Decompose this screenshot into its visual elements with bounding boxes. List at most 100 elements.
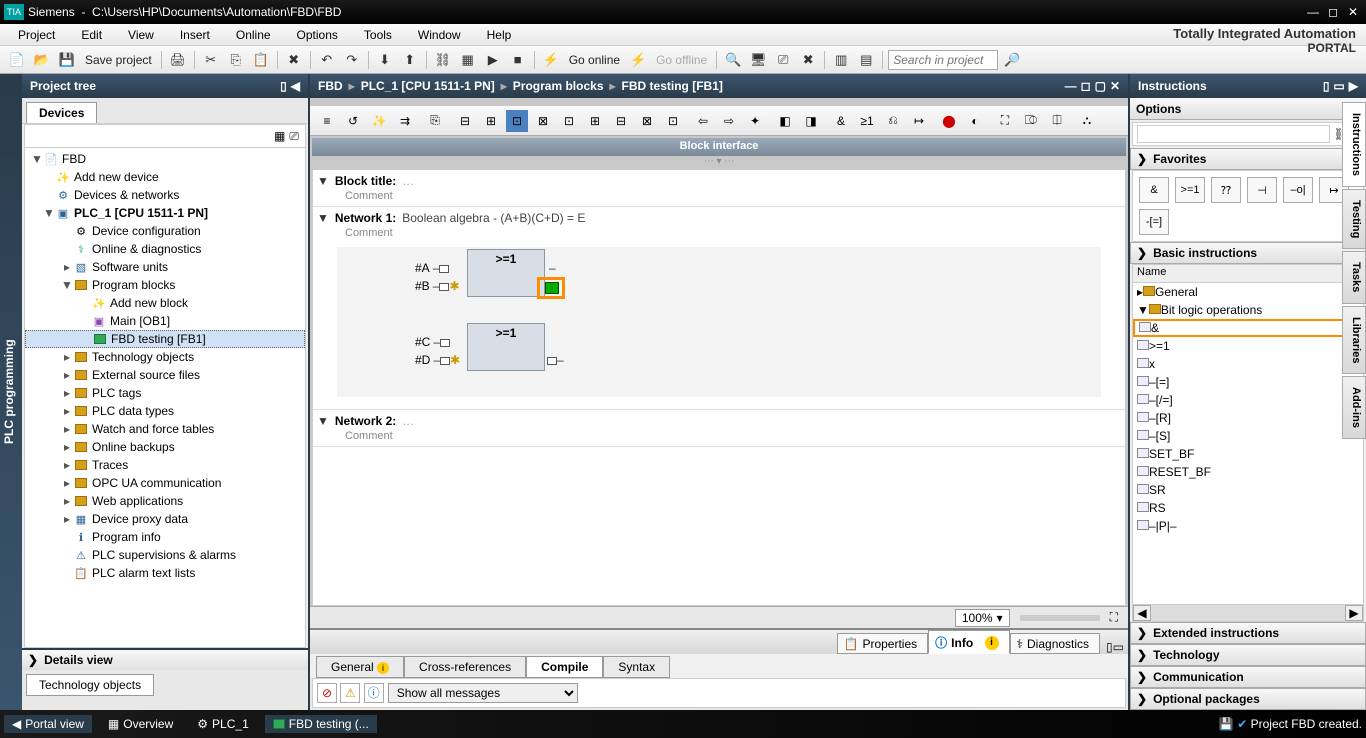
crossref-subtab[interactable]: Cross-references [404,656,526,678]
coil-icon[interactable]: ↦ [908,110,930,132]
accessible-icon[interactable]: 🔍 [722,49,744,71]
diagnostics-tab[interactable]: ⚕Diagnostics [1010,633,1101,654]
tree-opcua[interactable]: ▸OPC UA communication [25,474,305,492]
instr-reset[interactable]: –[R] [1133,409,1363,427]
box8-icon[interactable]: ⊠ [636,110,658,132]
instr-general[interactable]: ▸General [1133,283,1363,301]
instructions-search[interactable] [1137,125,1330,143]
tree-online-diag[interactable]: ⚕Online & diagnostics [25,240,305,258]
box5-icon[interactable]: ⊡ [558,110,580,132]
out-1[interactable]: – [549,261,556,275]
fav-ncontact[interactable]: –o| [1283,177,1313,203]
overview-button[interactable]: ▦ Overview [100,715,181,733]
nav1-icon[interactable]: ⇦ [692,110,714,132]
message-filter-select[interactable]: Show all messages [388,683,578,703]
fbd-testing-button[interactable]: FBD testing (... [265,715,377,733]
inst-hide-icon[interactable]: ▶ [1349,79,1358,93]
edit-title-icon[interactable]: … [402,174,416,188]
compile-subtab[interactable]: Compile [526,656,603,678]
instr-set[interactable]: –[S] [1133,427,1363,445]
instr-sr[interactable]: SR [1133,481,1363,499]
tree-device-config[interactable]: ⚙Device configuration [25,222,305,240]
box4-icon[interactable]: ⊠ [532,110,554,132]
options-header[interactable]: Options [1130,98,1366,120]
pin-a[interactable]: #A – [415,261,449,275]
info-layout2-icon[interactable]: ▭ [1113,640,1124,654]
maximize-button[interactable]: ◻ [1324,5,1342,19]
info-filter-icon[interactable]: ⓘ [364,683,384,703]
error-filter-icon[interactable]: ⊘ [317,683,337,703]
tree-add-block[interactable]: ✨Add new block [25,294,305,312]
tree-plc-datatypes[interactable]: ▸PLC data types [25,402,305,420]
menu-project[interactable]: Project [8,26,65,44]
print-icon[interactable]: 🖨 [167,49,189,71]
tree-proginfo[interactable]: ℹProgram info [25,528,305,546]
download-icon[interactable]: ⬇ [374,49,396,71]
search-button-icon[interactable]: 🔎 [1001,49,1023,71]
rtab-libraries[interactable]: Libraries [1342,306,1366,374]
properties-tab[interactable]: 📋Properties [837,633,929,654]
instr-and[interactable]: & [1133,319,1363,337]
instr-assign[interactable]: –[=] [1133,373,1363,391]
menu-insert[interactable]: Insert [170,26,220,44]
reset-icon[interactable]: ↺ [342,110,364,132]
cut-icon[interactable]: ✂ [200,49,222,71]
tree-root[interactable]: ▼📄FBD [25,150,305,168]
portal-view-button[interactable]: ◀ Portal view [4,715,92,733]
search-input[interactable] [888,50,998,70]
zoom-slider[interactable] [1020,615,1100,621]
rtab-tasks[interactable]: Tasks [1342,251,1366,303]
restore-pane-icon[interactable]: ▢ [1095,79,1106,93]
new-project-icon[interactable]: 📄 [6,49,28,71]
go-online-label[interactable]: Go online [565,53,624,67]
tree-devices-networks[interactable]: ⚙Devices & networks [25,186,305,204]
fbd-or-block-1[interactable]: >=1 [467,249,545,297]
format-icon[interactable]: ≡ [316,110,338,132]
technology-header[interactable]: ❯Technology [1130,644,1366,666]
misc2-icon[interactable]: ⎄ [1020,110,1042,132]
net1-comment[interactable]: Comment [317,227,1121,239]
warning-filter-icon[interactable]: ⚠ [340,683,360,703]
inst-layout2-icon[interactable]: ▭ [1333,79,1344,93]
copy-icon[interactable]: ⎘ [225,49,247,71]
split-v-icon[interactable]: ▤ [855,49,877,71]
instr-or[interactable]: >=1 [1133,337,1363,355]
fav-and[interactable]: & [1139,177,1169,203]
compile-icon[interactable]: ⛓ [432,49,454,71]
tree-alarm-texts[interactable]: 📋PLC alarm text lists [25,564,305,582]
scroll-right-icon[interactable]: ▶ [1345,605,1363,621]
fbd-or-block-2[interactable]: >=1 [467,323,545,371]
fav-or[interactable]: >=1 [1175,177,1205,203]
communication-header[interactable]: ❯Communication [1130,666,1366,688]
inst-layout1-icon[interactable]: ▯ [1323,79,1330,93]
optional-header[interactable]: ❯Optional packages [1130,688,1366,710]
misc3-icon[interactable]: ⎅ [1046,110,1068,132]
net1-canvas[interactable]: >=1 #A – #B –✱ – >=1 #C – #D –✱ – [337,247,1101,397]
diag-icon[interactable]: ⎚ [772,49,794,71]
close-button[interactable]: ✕ [1344,5,1362,19]
pin-c[interactable]: #C – [415,335,450,349]
go-icon[interactable]: ⇉ [394,110,416,132]
split-h-icon[interactable]: ▥ [830,49,852,71]
redo-icon[interactable]: ↷ [341,49,363,71]
info-layout1-icon[interactable]: ▯ [1106,640,1113,654]
tree-watch-tables[interactable]: ▸Watch and force tables [25,420,305,438]
instr-setbf[interactable]: SET_BF [1133,445,1363,463]
and-icon[interactable]: & [830,110,852,132]
menu-online[interactable]: Online [226,26,281,44]
mon2-icon[interactable]: ◐ [964,110,986,132]
instr-xor[interactable]: x [1133,355,1363,373]
maximize-pane-icon[interactable]: ◻ [1081,79,1091,93]
save-label[interactable]: Save project [81,53,156,67]
fav-contact[interactable]: ⊣ [1247,177,1277,203]
collapse-net2-icon[interactable]: ▼ [317,414,329,428]
tree-traces[interactable]: ▸Traces [25,456,305,474]
tree-software-units[interactable]: ▸▧Software units [25,258,305,276]
nav2-icon[interactable]: ⇨ [718,110,740,132]
menu-help[interactable]: Help [477,26,522,44]
syntax-subtab[interactable]: Syntax [603,656,670,678]
tree-webapps[interactable]: ▸Web applications [25,492,305,510]
start-icon[interactable]: ▶ [482,49,504,71]
go-offline-icon[interactable]: ⚡ [627,49,649,71]
menu-edit[interactable]: Edit [71,26,112,44]
